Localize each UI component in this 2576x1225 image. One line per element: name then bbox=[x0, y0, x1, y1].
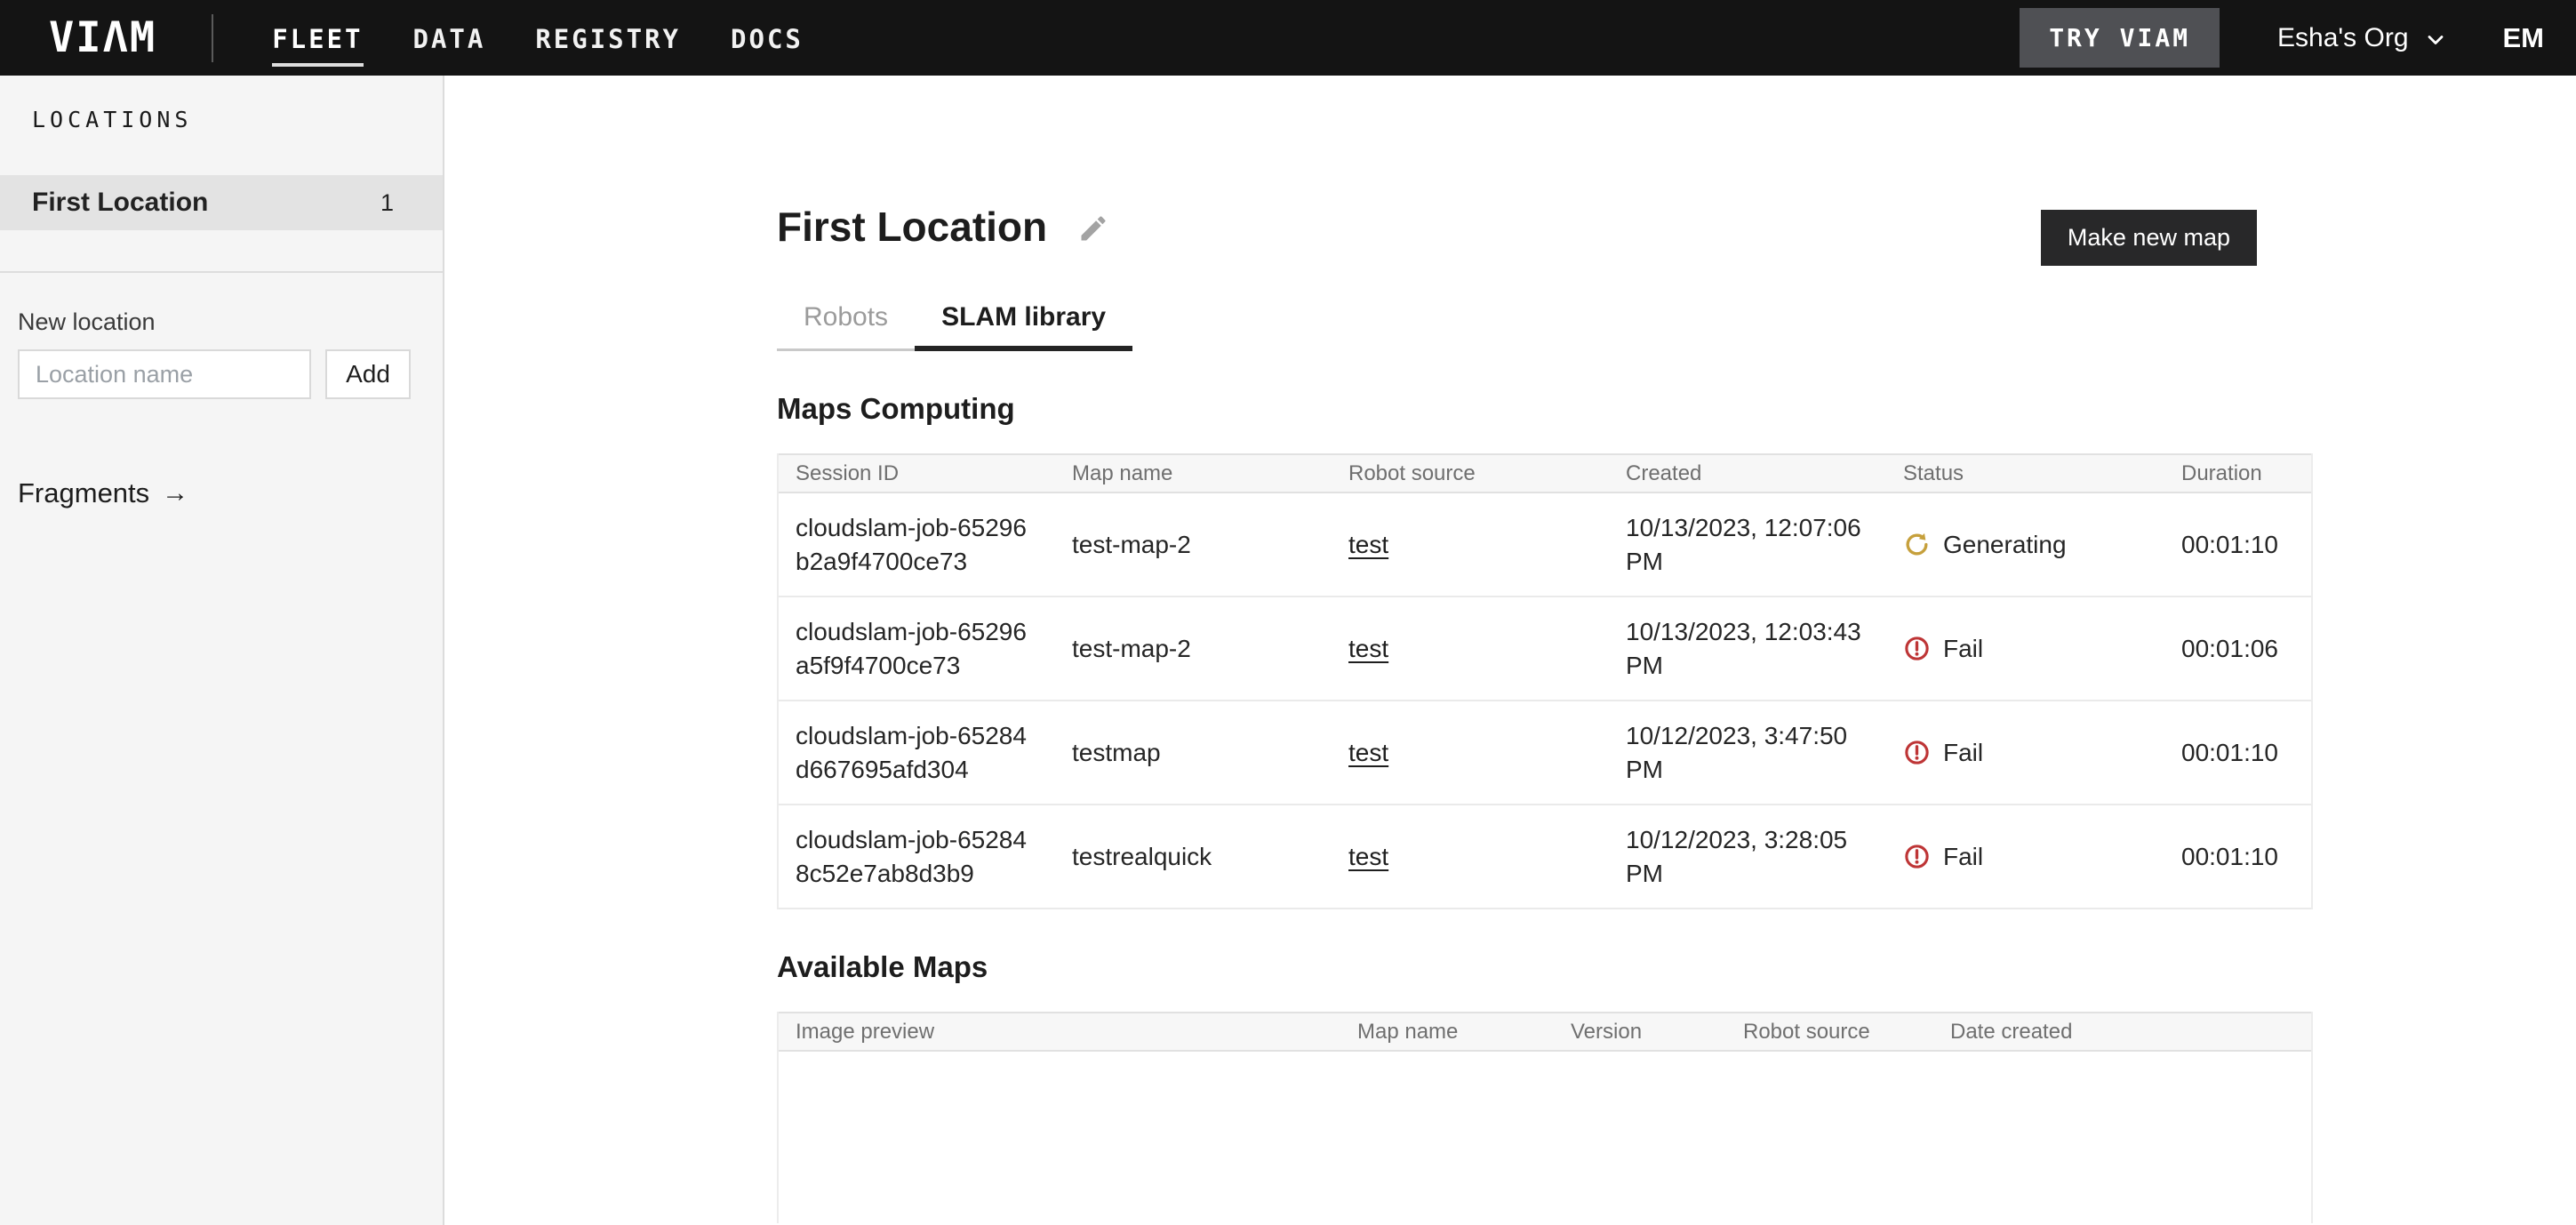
table-row: cloudslam-job-65296a5f9f4700ce73 test-ma… bbox=[779, 597, 2311, 701]
status-label: Fail bbox=[1943, 840, 1983, 874]
add-location-button[interactable]: Add bbox=[325, 349, 411, 399]
main-content: First Location Make new map Robots SLAM … bbox=[444, 76, 2576, 1225]
column-header: Date created bbox=[1933, 1020, 2311, 1045]
map-name-cell: test-map-2 bbox=[1072, 531, 1191, 558]
viam-logo[interactable]: VIΛM bbox=[49, 13, 156, 62]
user-avatar-initials[interactable]: EM bbox=[2503, 22, 2545, 54]
map-name-cell: test-map-2 bbox=[1072, 635, 1191, 662]
fail-alert-icon bbox=[1903, 739, 1931, 766]
nav-registry[interactable]: REGISTRY bbox=[535, 10, 681, 67]
available-maps-table-header: Image preview Map name Version Robot sou… bbox=[779, 1012, 2311, 1052]
duration-cell: 00:01:06 bbox=[2181, 635, 2278, 662]
column-header: Robot source bbox=[1332, 461, 1609, 486]
table-row: cloudslam-job-652848c52e7ab8d3b9 testrea… bbox=[779, 805, 2311, 909]
available-maps-empty-body bbox=[779, 1052, 2311, 1223]
top-navigation-bar: VIΛM FLEET DATA REGISTRY DOCS TRY VIAM E… bbox=[0, 0, 2576, 76]
created-cell: 10/12/2023, 3:28:05 PM bbox=[1626, 826, 1847, 887]
locations-heading: LOCATIONS bbox=[0, 107, 443, 132]
session-id-cell: cloudslam-job-65284d667695afd304 bbox=[796, 719, 1037, 787]
maps-computing-table: Session ID Map name Robot source Created… bbox=[777, 453, 2313, 909]
maps-computing-heading: Maps Computing bbox=[777, 392, 2313, 426]
location-robot-count: 1 bbox=[380, 189, 394, 217]
maps-computing-rows: cloudslam-job-65296b2a9f4700ce73 test-ma… bbox=[779, 493, 2311, 909]
fail-alert-icon bbox=[1903, 635, 1931, 662]
session-id-cell: cloudslam-job-65296b2a9f4700ce73 bbox=[796, 511, 1037, 579]
status-label: Fail bbox=[1943, 632, 1983, 666]
org-switcher[interactable]: Esha's Org bbox=[2277, 23, 2447, 53]
duration-cell: 00:01:10 bbox=[2181, 843, 2278, 870]
session-id-cell: cloudslam-job-65296a5f9f4700ce73 bbox=[796, 615, 1037, 683]
available-maps-heading: Available Maps bbox=[777, 950, 2313, 984]
new-location-section: New location Add bbox=[0, 273, 443, 399]
nav-fleet[interactable]: FLEET bbox=[272, 10, 363, 67]
session-id-cell: cloudslam-job-652848c52e7ab8d3b9 bbox=[796, 823, 1037, 891]
location-name-input[interactable] bbox=[18, 349, 311, 399]
location-name: First Location bbox=[32, 188, 208, 218]
topbar-right-group: TRY VIAM Esha's Org EM bbox=[2020, 8, 2549, 68]
column-header: Image preview bbox=[779, 1020, 1340, 1045]
sidebar-item-first-location[interactable]: First Location 1 bbox=[0, 175, 443, 230]
table-row: cloudslam-job-65284d667695afd304 testmap… bbox=[779, 701, 2311, 805]
chevron-down-icon bbox=[2423, 28, 2448, 52]
nav-data[interactable]: DATA bbox=[413, 10, 486, 67]
fail-alert-icon bbox=[1903, 843, 1931, 870]
new-location-label: New location bbox=[18, 308, 425, 336]
created-cell: 10/13/2023, 12:07:06 PM bbox=[1626, 514, 1861, 575]
maps-computing-table-header: Session ID Map name Robot source Created… bbox=[779, 453, 2311, 493]
column-header: Map name bbox=[1055, 461, 1332, 486]
fragments-label: Fragments bbox=[18, 477, 149, 509]
available-maps-table: Image preview Map name Version Robot sou… bbox=[777, 1012, 2313, 1223]
location-tabs: Robots SLAM library bbox=[777, 290, 1132, 351]
map-name-cell: testmap bbox=[1072, 739, 1161, 766]
table-row: cloudslam-job-65296b2a9f4700ce73 test-ma… bbox=[779, 493, 2311, 597]
column-header: Robot source bbox=[1726, 1020, 1933, 1045]
status-label: Fail bbox=[1943, 736, 1983, 770]
robot-source-link[interactable]: test bbox=[1348, 739, 1388, 766]
edit-pencil-icon[interactable] bbox=[1077, 212, 1109, 244]
fragments-link[interactable]: Fragments → bbox=[18, 477, 188, 509]
arrow-right-icon: → bbox=[162, 478, 188, 508]
page-title: First Location bbox=[777, 203, 1047, 251]
column-header: Map name bbox=[1340, 1020, 1554, 1045]
duration-cell: 00:01:10 bbox=[2181, 739, 2278, 766]
try-viam-button[interactable]: TRY VIAM bbox=[2020, 8, 2220, 68]
locations-sidebar: LOCATIONS First Location 1 New location … bbox=[0, 76, 444, 1225]
column-header: Duration bbox=[2164, 461, 2311, 486]
column-header: Created bbox=[1609, 461, 1886, 486]
robot-source-link[interactable]: test bbox=[1348, 635, 1388, 662]
primary-nav: FLEET DATA REGISTRY DOCS bbox=[272, 10, 804, 67]
created-cell: 10/12/2023, 3:47:50 PM bbox=[1626, 722, 1847, 783]
tab-robots[interactable]: Robots bbox=[777, 290, 915, 351]
duration-cell: 00:01:10 bbox=[2181, 531, 2278, 558]
column-header: Version bbox=[1554, 1020, 1726, 1045]
topbar-divider bbox=[212, 14, 213, 62]
robot-source-link[interactable]: test bbox=[1348, 531, 1388, 558]
status-label: Generating bbox=[1943, 528, 2067, 562]
created-cell: 10/13/2023, 12:03:43 PM bbox=[1626, 618, 1861, 679]
map-name-cell: testrealquick bbox=[1072, 843, 1212, 870]
make-new-map-button[interactable]: Make new map bbox=[2041, 210, 2257, 266]
nav-docs[interactable]: DOCS bbox=[731, 10, 804, 67]
column-header: Status bbox=[1886, 461, 2164, 486]
column-header: Session ID bbox=[779, 461, 1055, 486]
generating-refresh-icon bbox=[1903, 531, 1931, 558]
org-name: Esha's Org bbox=[2277, 23, 2408, 53]
robot-source-link[interactable]: test bbox=[1348, 843, 1388, 870]
tab-slam-library[interactable]: SLAM library bbox=[915, 290, 1132, 351]
